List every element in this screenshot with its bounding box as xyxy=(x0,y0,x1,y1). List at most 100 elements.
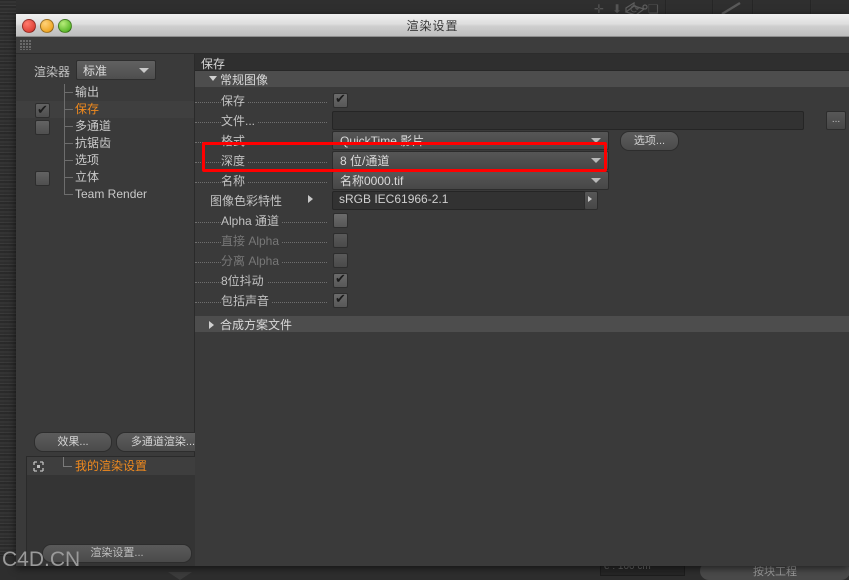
sidebar-item-output[interactable]: 输出 xyxy=(16,84,194,101)
chevron-down-icon xyxy=(591,158,601,163)
sidebar-item-label: 保存 xyxy=(75,102,100,116)
include-sound-checkbox[interactable] xyxy=(333,291,348,308)
row-file: 文件... ... xyxy=(195,110,849,130)
left-pane-buttons: 效果... 多通道渲染... xyxy=(16,432,210,452)
settings-tree: 输出 保存 多通道 抗锯齿 选项 xyxy=(16,84,194,203)
leader-dots xyxy=(195,101,327,103)
render-preset-icon xyxy=(33,461,44,472)
dialog-toolstrip xyxy=(16,37,849,54)
expand-arrow-icon[interactable] xyxy=(308,195,313,203)
chevron-down-icon xyxy=(139,68,149,73)
group-label: 常规图像 xyxy=(220,73,269,87)
renderer-label: 渲染器 xyxy=(34,65,71,79)
dialog-titlebar[interactable]: 渲染设置 xyxy=(16,14,849,37)
chevron-down-icon xyxy=(591,178,601,183)
group-header-general-image[interactable]: 常规图像 xyxy=(195,71,849,88)
label-cell: Alpha 通道 xyxy=(195,210,327,230)
color-profile-value: sRGB IEC61966-2.1 xyxy=(339,192,449,206)
dialog-body: 渲染器 标准 输出 保存 xyxy=(16,54,849,566)
color-profile-menu-button[interactable] xyxy=(584,191,598,210)
tree-branch-icon xyxy=(63,457,72,467)
row-label: 保存 xyxy=(221,92,249,109)
tree-branch-icon xyxy=(64,152,73,169)
drag-grip-icon[interactable] xyxy=(20,40,32,50)
alpha-channel-checkbox[interactable] xyxy=(333,213,348,228)
sidebar-item-label: 选项 xyxy=(75,153,100,167)
sidebar-item-multipass[interactable]: 多通道 xyxy=(16,118,194,135)
render-settings-dialog: 渲染设置 渲染器 标准 输出 保存 xyxy=(16,14,849,566)
tree-branch-icon xyxy=(64,101,73,118)
leader-dots xyxy=(195,121,327,123)
label-cell: 格式 xyxy=(195,130,327,150)
row-label: 深度 xyxy=(221,152,249,169)
row-label: 图像色彩特性 xyxy=(210,192,286,209)
backdrop-pointer-arrow xyxy=(168,572,192,580)
depth-dropdown[interactable]: 8 位/通道 xyxy=(332,151,609,170)
row-label: 分离 Alpha xyxy=(221,252,283,269)
chevron-down-icon xyxy=(209,76,217,81)
right-pane: 保存 常规图像 保存 文 xyxy=(195,54,849,566)
row-depth: 深度 8 位/通道 xyxy=(195,150,849,170)
row-straight-alpha: 直接 Alpha xyxy=(195,230,849,250)
pane-header: 保存 xyxy=(195,54,849,71)
name-dropdown[interactable]: 名称0000.tif xyxy=(332,171,609,190)
color-profile-input[interactable]: sRGB IEC61966-2.1 xyxy=(332,191,586,210)
row-separate-alpha: 分离 Alpha xyxy=(195,250,849,270)
group-header-compositing-file[interactable]: 合成方案文件 xyxy=(195,316,849,333)
label-cell: 名称 xyxy=(195,170,327,190)
tree-branch-icon xyxy=(64,84,73,101)
backdrop-texture-strip xyxy=(0,0,16,580)
row-label: 名称 xyxy=(221,172,249,189)
row-save: 保存 xyxy=(195,90,849,110)
row-alpha-channel: Alpha 通道 xyxy=(195,210,849,230)
effects-button[interactable]: 效果... xyxy=(34,432,112,452)
tree-branch-icon xyxy=(64,169,73,186)
label-cell: 文件... xyxy=(195,110,327,130)
sidebar-item-team-render[interactable]: Team Render xyxy=(16,186,194,203)
sidebar-item-stereoscopic[interactable]: 立体 xyxy=(16,169,194,186)
label-cell: 直接 Alpha xyxy=(195,230,327,250)
tree-branch-icon xyxy=(64,186,73,203)
preset-item-label: 我的渲染设置 xyxy=(75,459,148,473)
chevron-right-icon xyxy=(209,321,214,329)
row-label: 包括声音 xyxy=(221,292,273,309)
leader-dots xyxy=(195,141,327,143)
watermark-text: C4D.CN xyxy=(2,548,81,571)
leader-dots xyxy=(195,161,327,163)
depth-value: 8 位/通道 xyxy=(340,154,390,168)
multipass-enable-checkbox[interactable] xyxy=(35,120,50,135)
preset-list-item[interactable]: 我的渲染设置 xyxy=(27,457,212,475)
format-options-button[interactable]: 选项... xyxy=(620,131,679,151)
sidebar-item-label: 抗锯齿 xyxy=(75,136,112,150)
separate-alpha-checkbox xyxy=(333,253,348,268)
file-path-input[interactable] xyxy=(332,111,804,130)
sidebar-item-options[interactable]: 选项 xyxy=(16,152,194,169)
save-checkbox[interactable] xyxy=(333,91,348,108)
dithering-checkbox[interactable] xyxy=(333,271,348,288)
sidebar-item-save[interactable]: 保存 xyxy=(16,101,194,118)
pane-title: 保存 xyxy=(201,57,226,71)
name-value: 名称0000.tif xyxy=(340,174,404,188)
file-browse-button[interactable]: ... xyxy=(826,111,846,130)
label-cell: 深度 xyxy=(195,150,327,170)
label-cell: 8位抖动 xyxy=(195,270,327,290)
straight-alpha-checkbox xyxy=(333,233,348,248)
row-label: 8位抖动 xyxy=(221,272,267,289)
renderer-row: 渲染器 标准 xyxy=(16,60,194,80)
row-label: 格式 xyxy=(221,132,249,149)
label-cell: 分离 Alpha xyxy=(195,250,327,270)
stereoscopic-enable-checkbox[interactable] xyxy=(35,171,50,186)
label-cell: 包括声音 xyxy=(195,290,327,310)
chevron-right-icon xyxy=(588,196,592,202)
row-include-sound: 包括声音 xyxy=(195,290,849,310)
sidebar-item-label: 立体 xyxy=(75,170,100,184)
row-label: 文件... xyxy=(221,112,259,129)
row-color-profile: 图像色彩特性 sRGB IEC61966-2.1 xyxy=(195,190,849,210)
save-enable-checkbox[interactable] xyxy=(35,101,50,118)
leader-dots xyxy=(195,181,327,183)
format-dropdown[interactable]: QuickTime 影片 xyxy=(332,131,609,150)
sidebar-item-antialiasing[interactable]: 抗锯齿 xyxy=(16,135,194,152)
renderer-dropdown[interactable]: 标准 xyxy=(76,60,156,80)
row-format: 格式 QuickTime 影片 选项... xyxy=(195,130,849,151)
settings-form: 保存 文件... ... xyxy=(195,88,849,316)
